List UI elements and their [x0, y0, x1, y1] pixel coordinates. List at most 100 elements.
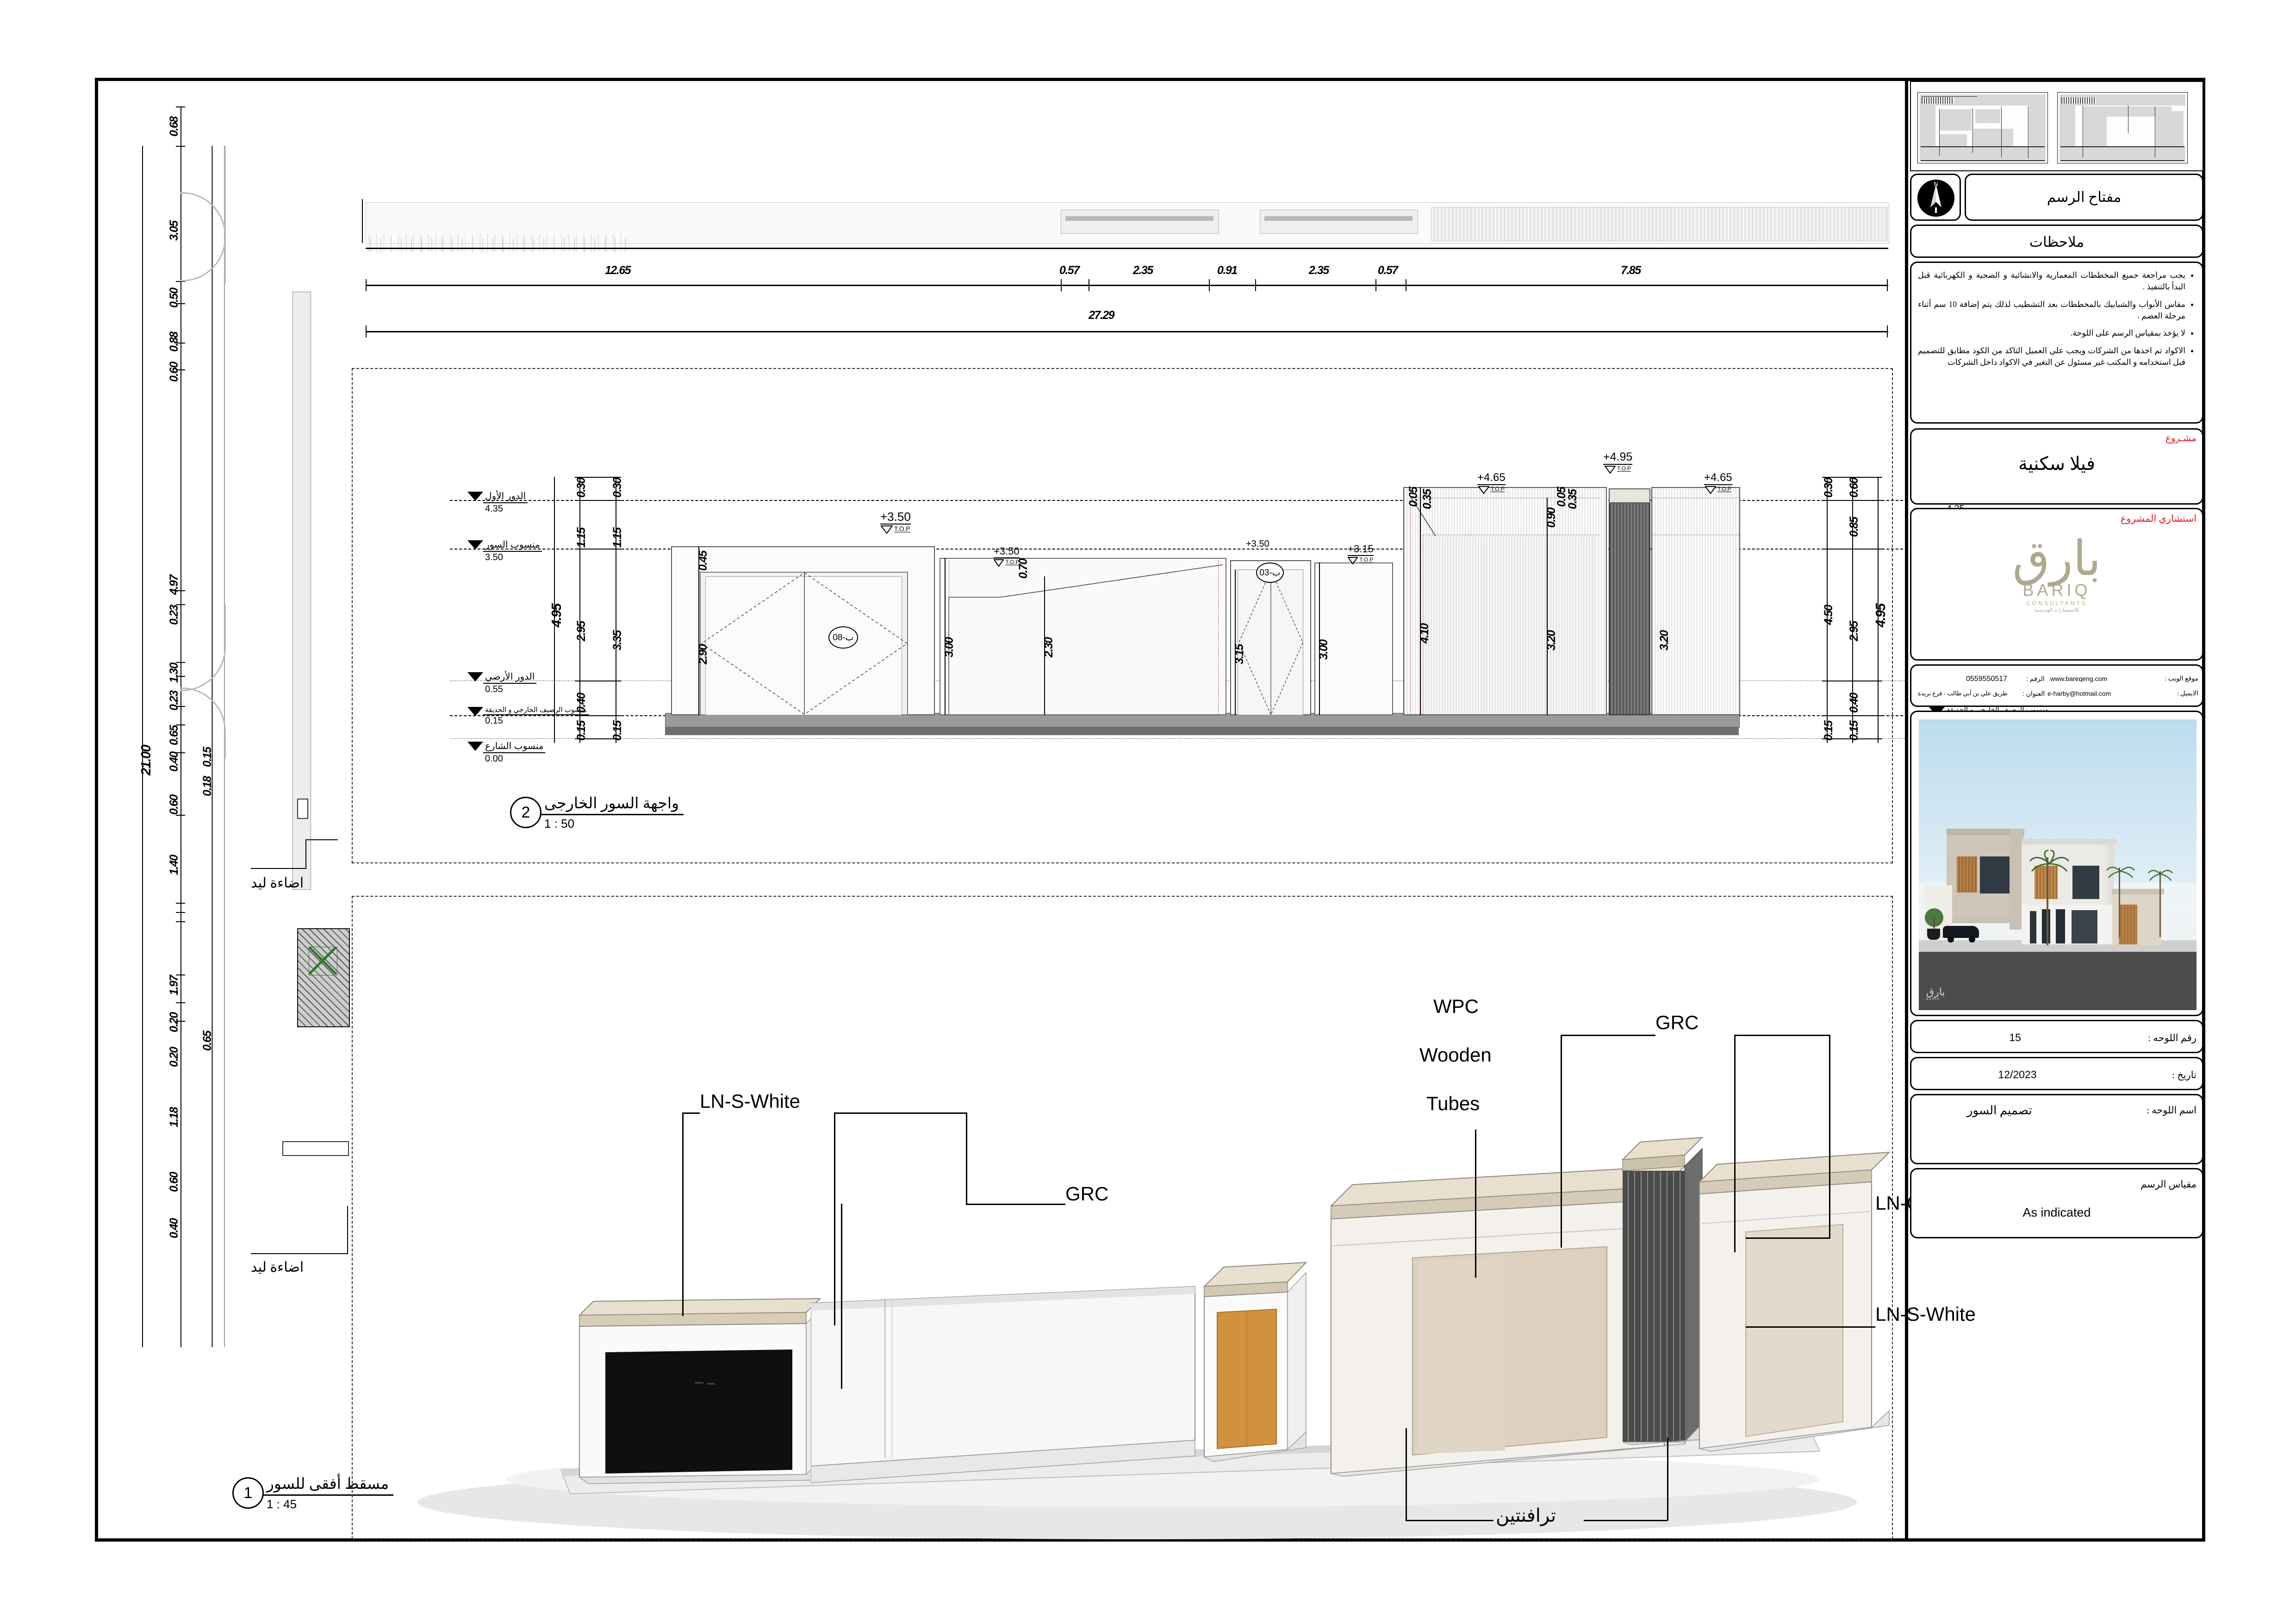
- sheet-number-cell: رقم اللوحه : 15: [1910, 1020, 2203, 1053]
- elev-left-dim-115b: 1.15: [611, 528, 624, 548]
- elev-left-dim-040: 0.40: [575, 693, 588, 713]
- spot-level-350c: +3.50: [1246, 539, 1269, 549]
- elev-dim-12-65: 12.65: [605, 264, 631, 277]
- plan-led-label-2: اضاءة ليد: [251, 1260, 304, 1275]
- plan-led-label-1: اضاءة ليد: [251, 875, 304, 891]
- note-item-3: لا يؤخذ بمقياس الرسم على اللوحة.: [1918, 327, 2185, 339]
- elev-right-dim-085: 0.85: [1848, 517, 1860, 537]
- perspective-label-grc-left: GRC: [1065, 1183, 1109, 1205]
- contact-cell: موقع الويب : www.bareqeng.com الرقم : 05…: [1910, 664, 2203, 707]
- elev-dim-0-57a: 0.57: [1059, 264, 1080, 277]
- elev-left-dim-335: 3.35: [611, 631, 624, 650]
- phone-value: 0559550517: [1966, 675, 2007, 683]
- elev-left-dim-030a: 0.30: [575, 478, 588, 498]
- drawing-sheet: 21.00 0.68 3.05 0.50 0.88 0.60 4.97 0.23…: [0, 0, 2296, 1624]
- website-label: موقع الويب :: [2165, 675, 2198, 682]
- key-plan-header-cell: مفتاح الرسم: [1965, 174, 2203, 221]
- elev-dim-005a: 0.05: [1407, 487, 1420, 507]
- door-tag-b03: ب-03: [1256, 562, 1284, 583]
- project-render-image: بارق BARIQ: [1919, 719, 2196, 1010]
- elev-left-dim-015b: 0.15: [611, 721, 624, 741]
- elev-right-dim-295: 2.95: [1848, 621, 1860, 641]
- sheet-number-label: رقم اللوحه :: [2148, 1032, 2196, 1043]
- elev-left-dim-015a: 0.15: [575, 721, 588, 741]
- elev-dim-0-91: 0.91: [1217, 264, 1238, 277]
- elev-left-dim-295: 2.95: [575, 621, 588, 641]
- email-label: الايميل :: [2177, 690, 2198, 697]
- perspective-label-tubes: Tubes: [1426, 1093, 1480, 1114]
- elev-dim-320b: 3.20: [1658, 631, 1671, 650]
- note-item-4: الاكواد تم اخذها من الشركات ويجب علي الع…: [1918, 345, 2185, 368]
- elev-dim-7-85: 7.85: [1621, 264, 1641, 277]
- note-item-1: يجب مراجعة جميع المخططات المعمارية والان…: [1918, 269, 2185, 293]
- consultant-label: استشاري المشروع: [2120, 513, 2196, 524]
- spot-level-315: +3.15 T.O.P: [1348, 544, 1374, 564]
- address-value: طريق علي بن أبي طالب - فرع بريدة: [1918, 690, 2008, 697]
- svg-text:N: N: [1934, 181, 1938, 187]
- elev-overall-dim: 27.29: [1089, 309, 1115, 322]
- date-value: 12/2023: [1998, 1068, 2037, 1081]
- logo-sub: CONSULTANTS: [2026, 600, 2087, 606]
- north-arrow-icon: N: [1917, 180, 1954, 217]
- view-scale-2: 1 : 50: [544, 817, 575, 831]
- elev-right-dim-015a: 0.15: [1822, 721, 1835, 741]
- key-plan-thumbs-cell: [1910, 81, 2203, 171]
- phone-label: الرقم :: [2026, 675, 2045, 682]
- perspective-label-wooden: Wooden: [1419, 1044, 1492, 1066]
- date-label: تاريخ :: [2172, 1069, 2196, 1081]
- key-plan-first-floor[interactable]: [2057, 92, 2188, 163]
- notes-body-cell: يجب مراجعة جميع المخططات المعمارية والان…: [1910, 262, 2203, 424]
- scale-cell: مقياس الرسم As indicated: [1910, 1168, 2203, 1238]
- elev-right-dim-015b: 0.15: [1848, 721, 1860, 741]
- elev-right-dim-040: 0.40: [1848, 693, 1860, 713]
- notes-header: ملاحظات: [2029, 234, 2084, 250]
- spot-level-465a: +4.65 T.O.P: [1477, 472, 1506, 494]
- view-number-2: 2: [510, 797, 541, 828]
- elev-dim-0-57b: 0.57: [1378, 264, 1398, 277]
- key-plan-ground-floor[interactable]: [1917, 92, 2048, 163]
- logo-sub-arabic: للاستشارات الهندسية: [2034, 607, 2079, 613]
- elev-left-dim-115a: 1.15: [575, 528, 588, 548]
- north-arrow-cell: N: [1910, 174, 1961, 221]
- project-name: فيلا سكنية: [2018, 453, 2096, 474]
- logo-latin: BARIQ: [2022, 581, 2091, 600]
- elev-right-total: 4.95: [1873, 604, 1888, 627]
- date-cell: تاريخ : 12/2023: [1910, 1057, 2203, 1090]
- project-label: مشـروع: [2165, 433, 2196, 443]
- level-tag-fence-left: منسوب السور 3.50: [467, 539, 542, 563]
- door-tag-b08: ب-08: [828, 626, 858, 649]
- view-title-2-text: واجهة السور الخارجى: [540, 794, 684, 815]
- spot-level-465b: +4.65 T.O.P: [1704, 472, 1732, 494]
- note-item-2: مقاس الأبواب والشبابيك بالمخططات بعد الت…: [1918, 299, 2185, 322]
- elev-dim-035b: 0.35: [1566, 489, 1579, 509]
- drawing-area: 21.00 0.68 3.05 0.50 0.88 0.60 4.97 0.23…: [98, 81, 2050, 1539]
- grid-line-street: [450, 738, 1908, 739]
- render-photo-cell: بارق BARIQ: [1910, 711, 2203, 1016]
- perspective-label-travertine: ترافنتين: [1496, 1505, 1556, 1526]
- view-number-1: 1: [232, 1477, 264, 1509]
- elev-right-dim-060: 0.60: [1848, 478, 1860, 498]
- elev-dim-2-35a: 2.35: [1133, 264, 1153, 277]
- elev-dim-2-35b: 2.35: [1309, 264, 1329, 277]
- notes-header-cell: ملاحظات: [1910, 225, 2203, 258]
- email-value[interactable]: e-harby@hotmail.com: [2047, 690, 2111, 697]
- spot-level-495: +4.95 T.O.P: [1603, 451, 1633, 474]
- bariq-logo: بارق BARIQ CONSULTANTS للاستشارات الهندس…: [1911, 535, 2202, 613]
- level-tag-first-floor-left: الدور الأول 4.35: [467, 490, 528, 514]
- level-tag-sidewalk-left: منسوب الرصيف الخارجي و الحديقة 0.15: [467, 706, 589, 726]
- perspective-label-wpc: WPC: [1433, 995, 1479, 1017]
- scale-value: As indicated: [2022, 1206, 2091, 1219]
- perspective-label-ln-s-white-left: LN-S-White: [700, 1090, 801, 1112]
- key-plan-header: مفتاح الرسم: [2047, 189, 2122, 205]
- level-tag-street-left: منسوب الشارع 0.00: [467, 740, 546, 764]
- elev-left-total: 4.95: [549, 604, 564, 627]
- view-title-2: 2 واجهة السور الخارجى 1 : 50: [510, 794, 684, 831]
- level-tag-ground-left: الدور الأرضي 0.55: [467, 671, 537, 695]
- plan-overall-dim: 21.00: [139, 745, 154, 775]
- sheet-number-value: 15: [2009, 1031, 2021, 1043]
- elev-left-dim-030b: 0.30: [611, 478, 624, 498]
- title-block: N مفتاح الرسم ملاحظات يجب مراجعة جميع ال…: [1908, 81, 2205, 1538]
- spot-level-350a: +3.50 T.O.P: [880, 511, 911, 534]
- website-value[interactable]: www.bareqeng.com: [2050, 675, 2107, 682]
- consultant-cell: استشاري المشروع بارق BARIQ CONSULTANTS ل…: [1910, 508, 2203, 661]
